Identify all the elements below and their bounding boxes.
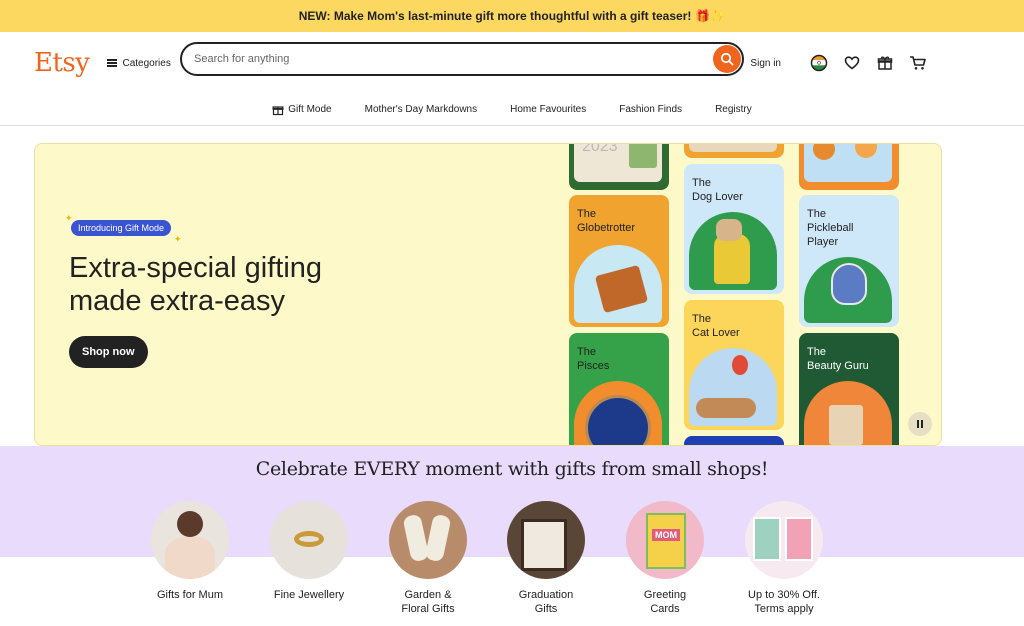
category-label: Garden & Floral Gifts [401, 589, 455, 615]
subnav-registry[interactable]: Registry [715, 104, 752, 115]
tile-image [689, 144, 777, 152]
frame-image [521, 519, 567, 571]
pause-icon-bar [921, 420, 923, 428]
category-image [389, 501, 467, 579]
tile-label: The Pickleball Player [807, 208, 854, 248]
category-label: Greeting Cards [643, 589, 687, 615]
tile-pickleball[interactable]: The Pickleball Player [799, 195, 899, 327]
tile-bottom-2[interactable] [684, 436, 784, 445]
tile-dog-lover[interactable]: The Dog Lover [684, 164, 784, 294]
category-greeting-cards[interactable]: MOM Greeting Cards [606, 501, 724, 616]
categories-button[interactable]: Categories [107, 57, 171, 69]
tile-globetrotter[interactable]: The Globetrotter [569, 195, 669, 327]
account-nav: Sign in [750, 32, 934, 94]
category-fine-jewellery[interactable]: Fine Jewellery [250, 501, 368, 602]
subnav-home-favourites[interactable]: Home Favourites [510, 104, 586, 115]
tile-beauty-guru[interactable]: The Beauty Guru [799, 333, 899, 445]
category-image: MOM [626, 501, 704, 579]
header: Etsy Categories Sign in [0, 32, 1024, 94]
category-image [270, 501, 348, 579]
shop-now-button[interactable]: Shop now [69, 336, 148, 368]
subnav-fashion-finds[interactable]: Fashion Finds [619, 104, 682, 115]
glove-image [424, 513, 452, 563]
tile-label: The Beauty Guru [807, 346, 869, 372]
neck-image [165, 537, 215, 579]
ring-image [294, 531, 324, 547]
hero-headline: Extra-special gifting made extra-easy [69, 252, 389, 318]
card-image [646, 513, 686, 569]
paddle-image [831, 263, 867, 305]
category-image [151, 501, 229, 579]
tile-label: The Dog Lover [692, 177, 743, 203]
gift-icon [877, 56, 892, 70]
headline-line-1: Extra-special gifting [69, 252, 323, 284]
print-image [753, 517, 781, 561]
category-label: Up to 30% Off. Terms apply [748, 589, 820, 615]
category-gifts-for-mum[interactable]: Gifts for Mum [131, 501, 249, 602]
dog-sweater-image [714, 234, 750, 284]
category-graduation[interactable]: Graduation Gifts [487, 501, 605, 616]
gift-icon [272, 105, 284, 115]
card-text: MOM [652, 529, 680, 541]
celebrate-title: Celebrate EVERY moment with gifts from s… [255, 458, 769, 480]
gift-emoji-icon: 🎁✨ [695, 9, 726, 23]
pause-icon [917, 420, 919, 428]
subnav-mothers-day[interactable]: Mother's Day Markdowns [365, 104, 478, 115]
categories-label: Categories [122, 57, 171, 69]
tile-label: The Pisces [577, 346, 610, 372]
promo-text: NEW: Make Mom's last-minute gift more th… [298, 9, 692, 23]
category-label: Gifts for Mum [156, 589, 223, 601]
promo-banner[interactable]: NEW: Make Mom's last-minute gift more th… [0, 0, 1024, 32]
category-sale[interactable]: Up to 30% Off. Terms apply [725, 501, 843, 616]
etsy-logo[interactable]: Etsy [34, 48, 90, 78]
india-flag-icon [810, 54, 827, 72]
calendar-text: 2023 [582, 143, 618, 155]
cart-icon [909, 56, 926, 70]
gift-mode-badge: Introducing Gift Mode [71, 220, 172, 236]
search-input[interactable] [194, 53, 713, 65]
tile-label: The Globetrotter [577, 208, 636, 234]
soap-image [829, 405, 863, 445]
category-label: Fine Jewellery [273, 589, 345, 601]
sub-navigation: Gift Mode Mother's Day Markdowns Home Fa… [0, 94, 1024, 126]
cat-body-image [696, 398, 756, 418]
tile-label: The Cat Lover [692, 313, 740, 339]
search-button[interactable] [713, 45, 741, 73]
menu-icon [107, 59, 118, 67]
tile-calendar[interactable]: 2023 [569, 143, 669, 190]
category-image [745, 501, 823, 579]
subnav-gift-mode[interactable]: Gift Mode [272, 104, 332, 116]
pause-button[interactable] [908, 412, 932, 436]
tile-top-3[interactable] [799, 144, 899, 190]
tile-cat-lover[interactable]: The Cat Lover [684, 300, 784, 430]
favorites-button[interactable] [835, 48, 868, 78]
category-label: Graduation Gifts [518, 589, 574, 615]
headline-line-2: made extra-easy [69, 285, 285, 317]
sparkle-icon: ✦ [174, 234, 182, 244]
tile-pisces[interactable]: The Pisces [569, 333, 669, 445]
hero-banner: ✦ Introducing Gift Mode ✦ Extra-special … [34, 143, 942, 446]
print-image [785, 517, 813, 561]
tile-top-2[interactable] [684, 144, 784, 158]
subnav-label: Gift Mode [288, 104, 332, 115]
plant-image [629, 144, 657, 168]
heart-icon [844, 56, 859, 70]
hair-image [177, 511, 203, 537]
cart-button[interactable] [901, 48, 934, 78]
search-icon [720, 52, 734, 66]
search-bar [180, 42, 744, 76]
sparkle-icon: ✦ [65, 213, 73, 223]
sign-in-link[interactable]: Sign in [750, 58, 781, 69]
category-garden-floral[interactable]: Garden & Floral Gifts [369, 501, 487, 616]
dog-head-image [716, 219, 742, 241]
region-flag-button[interactable] [802, 48, 835, 78]
gift-mode-button[interactable] [868, 48, 901, 78]
balloon-image [732, 355, 748, 375]
category-image [507, 501, 585, 579]
